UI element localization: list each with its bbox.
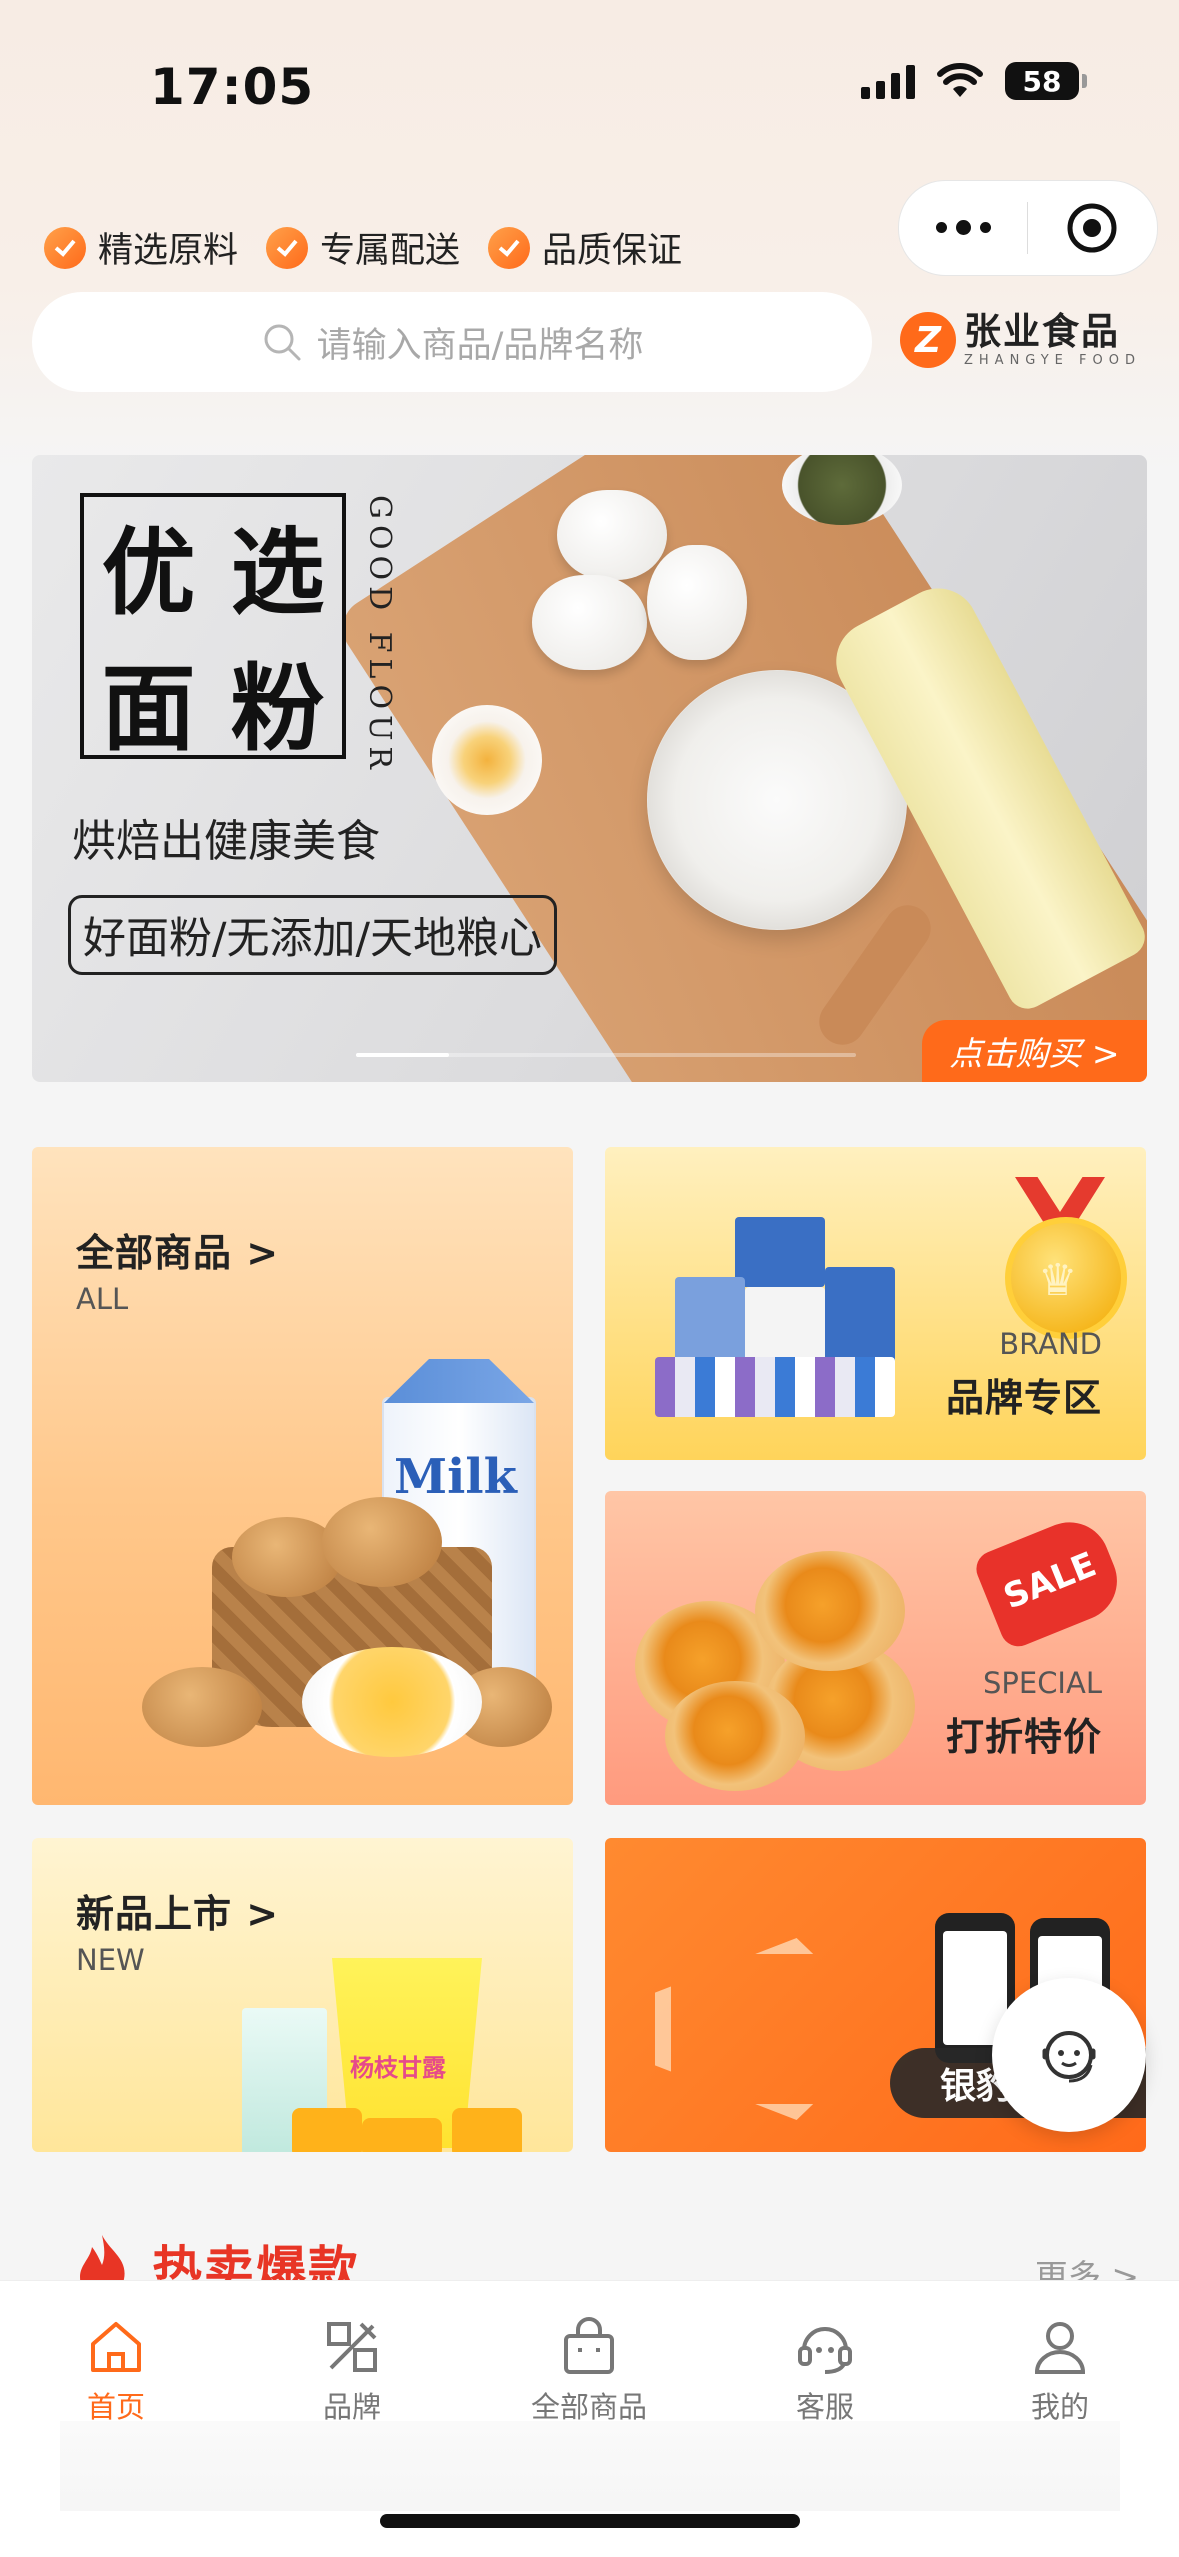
target-icon bbox=[1067, 203, 1117, 253]
more-menu-button[interactable] bbox=[899, 219, 1027, 235]
egg-tart-image bbox=[665, 1681, 805, 1791]
tab-label: 首页 bbox=[86, 2390, 145, 2424]
brand-icon bbox=[327, 2322, 377, 2372]
carousel-indicator bbox=[356, 1053, 856, 1057]
card-subtitle: NEW bbox=[76, 1943, 145, 1977]
feature-label: 精选原料 bbox=[98, 231, 239, 271]
banner-title-char: 粉 bbox=[230, 654, 325, 764]
home-icon bbox=[91, 2322, 141, 2372]
card-brand-zone[interactable]: ♛ BRAND 品牌专区 bbox=[605, 1147, 1146, 1460]
egg-image bbox=[557, 490, 667, 580]
check-icon bbox=[266, 226, 309, 269]
egg-image bbox=[532, 575, 647, 670]
brand-logo: Z 张业食品 ZHANGYE FOOD bbox=[900, 312, 1141, 368]
tab-service[interactable]: 客服 bbox=[735, 2316, 915, 2426]
cup-label: 杨枝甘露 bbox=[350, 2054, 446, 2082]
banner-buy-button[interactable]: 点击购买 > bbox=[922, 1020, 1147, 1082]
bag-icon bbox=[564, 2317, 614, 2374]
logo-subtext: ZHANGYE FOOD bbox=[964, 353, 1141, 368]
mango-image bbox=[452, 2108, 522, 2152]
card-subtitle: BRAND bbox=[999, 1327, 1102, 1361]
egg-tart-image bbox=[755, 1551, 905, 1671]
promo-banner[interactable]: 优 选 面 粉 GOOD FLOUR 烘焙出健康美食 好面粉/无添加/天地粮心 … bbox=[32, 455, 1147, 1082]
product-pile-image bbox=[635, 1207, 915, 1427]
yolk-bowl-image bbox=[432, 705, 542, 815]
feature-label: 品质保证 bbox=[542, 231, 683, 271]
search-icon bbox=[264, 324, 301, 361]
card-subtitle: ALL bbox=[76, 1282, 129, 1316]
tab-label: 品牌 bbox=[322, 2390, 381, 2424]
feature-label: 专属配送 bbox=[320, 231, 461, 271]
banner-title-char: 选 bbox=[230, 518, 325, 628]
sale-tag-icon: SALE bbox=[971, 1510, 1129, 1652]
check-icon bbox=[44, 226, 86, 269]
check-icon bbox=[488, 226, 531, 269]
tab-label: 全部商品 bbox=[530, 2390, 647, 2424]
arrow-logo-icon bbox=[655, 1938, 891, 2120]
tab-home[interactable]: 首页 bbox=[26, 2316, 206, 2426]
card-title: 新品上市 > bbox=[76, 1892, 280, 1936]
logo-mark-icon: Z bbox=[900, 312, 956, 368]
feature-item: 品质保证 bbox=[488, 222, 682, 273]
search-bar[interactable]: 请输入商品/品牌名称 bbox=[32, 292, 872, 392]
battery-icon: 58 bbox=[1005, 62, 1087, 100]
search-placeholder: 请输入商品/品牌名称 bbox=[316, 325, 644, 366]
headset-icon bbox=[798, 2327, 852, 2374]
custard-bowl-image bbox=[302, 1647, 482, 1757]
card-new-arrivals[interactable]: 新品上市 > NEW 杨枝甘露 bbox=[32, 1838, 573, 2152]
signal-icon bbox=[861, 63, 915, 99]
banner-title-char: 面 bbox=[101, 654, 196, 764]
content-behind-tabbar bbox=[60, 2421, 1120, 2511]
miniprogram-capsule bbox=[898, 180, 1158, 276]
milk-label: Milk bbox=[394, 1449, 517, 1505]
logo-text: 张业食品 bbox=[964, 310, 1120, 353]
mango-image bbox=[362, 2118, 442, 2152]
card-subtitle: SPECIAL bbox=[982, 1666, 1102, 1700]
mango-image bbox=[292, 2108, 362, 2152]
card-title: 品牌专区 bbox=[945, 1376, 1102, 1420]
banner-tags: 好面粉/无添加/天地粮心 bbox=[68, 895, 557, 975]
bread-image bbox=[322, 1497, 442, 1587]
banner-subtitle: 烘焙出健康美食 bbox=[72, 816, 380, 867]
tab-all-products[interactable]: 全部商品 bbox=[499, 2316, 679, 2426]
feature-item: 专属配送 bbox=[266, 222, 460, 273]
status-icons: 58 bbox=[861, 62, 1087, 100]
close-miniprogram-button[interactable] bbox=[1028, 201, 1156, 255]
user-icon bbox=[1034, 2322, 1086, 2374]
egg-image bbox=[647, 545, 747, 660]
tab-label: 客服 bbox=[795, 2390, 854, 2424]
headset-icon bbox=[1042, 2031, 1096, 2083]
crown-icon: ♛ bbox=[1038, 1255, 1078, 1306]
feature-item: 精选原料 bbox=[44, 222, 238, 273]
card-all-products[interactable]: 全部商品 > ALL Milk bbox=[32, 1147, 573, 1805]
feature-list: 精选原料 专属配送 品质保证 bbox=[44, 222, 682, 273]
tab-brand[interactable]: 品牌 bbox=[262, 2316, 442, 2426]
card-title: 全部商品 > bbox=[76, 1231, 280, 1275]
customer-service-button[interactable] bbox=[992, 1978, 1146, 2132]
card-discount[interactable]: SALE SPECIAL 打折特价 bbox=[605, 1491, 1146, 1805]
tab-label: 我的 bbox=[1030, 2390, 1089, 2424]
banner-title-char: 优 bbox=[101, 518, 196, 628]
banner-vertical-text: GOOD FLOUR bbox=[362, 495, 397, 775]
card-title: 打折特价 bbox=[945, 1715, 1102, 1759]
tab-profile[interactable]: 我的 bbox=[970, 2316, 1150, 2426]
status-time: 17:05 bbox=[150, 58, 315, 116]
wifi-icon bbox=[937, 63, 983, 97]
banner-title: 优 选 面 粉 bbox=[80, 493, 346, 764]
bread-image bbox=[142, 1667, 262, 1747]
home-indicator bbox=[380, 2514, 800, 2528]
